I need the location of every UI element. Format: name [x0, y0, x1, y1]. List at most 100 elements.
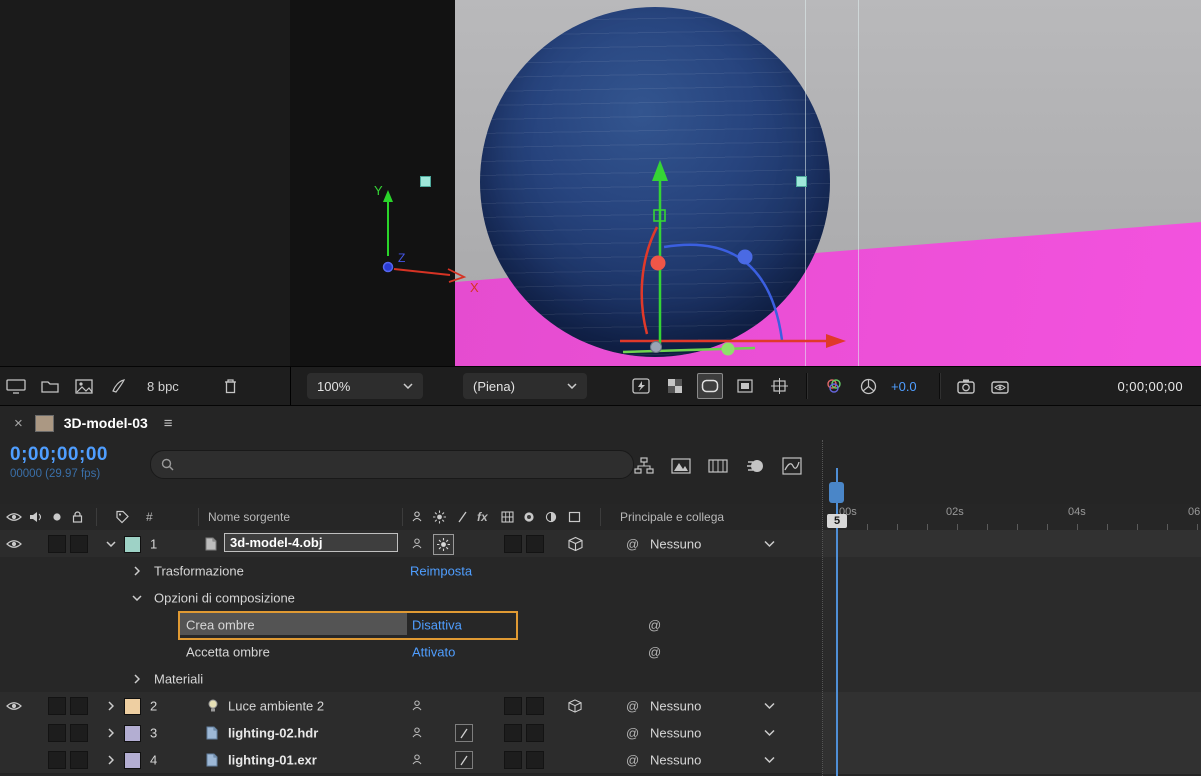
materials-group-row[interactable]: Materiali: [0, 665, 1201, 693]
trash-icon[interactable]: [219, 374, 243, 398]
layer-name[interactable]: lighting-01.exr: [228, 752, 317, 767]
mask-visibility-icon[interactable]: [697, 373, 723, 399]
layer-color-swatch[interactable]: [124, 752, 141, 769]
layer-2-track[interactable]: [823, 692, 1201, 720]
comp-options-group-label[interactable]: Opzioni di composizione: [154, 590, 295, 605]
bit-depth-button[interactable]: 8 bpc: [147, 379, 179, 394]
frame-blend-column-icon[interactable]: [501, 511, 514, 523]
solo-cell[interactable]: [48, 751, 66, 769]
lock-cell[interactable]: [70, 697, 88, 715]
eye-icon[interactable]: [6, 538, 22, 549]
exposure-value[interactable]: +0.0: [891, 379, 917, 394]
switch-cell[interactable]: [526, 751, 544, 769]
selection-handle[interactable]: [796, 176, 807, 187]
chevron-down-icon[interactable]: [132, 595, 142, 601]
reset-link[interactable]: Reimposta: [410, 563, 472, 578]
parent-select-value[interactable]: Nessuno: [650, 536, 701, 551]
current-timecode[interactable]: 0;00;00;00: [10, 444, 108, 466]
pickwhip-icon[interactable]: @: [626, 536, 639, 551]
chevron-down-icon[interactable]: [106, 541, 116, 547]
panel-menu-icon[interactable]: ≡: [164, 415, 173, 432]
viewer-timecode[interactable]: 0;00;00;00: [1118, 379, 1183, 394]
switch-cell[interactable]: [526, 697, 544, 715]
composition-viewport[interactable]: Y Z X: [290, 0, 1201, 366]
comp-marker[interactable]: 5: [827, 514, 847, 528]
switch-cell[interactable]: [504, 724, 522, 742]
pickwhip-icon[interactable]: @: [626, 698, 639, 713]
graph-editor-icon[interactable]: [781, 454, 803, 478]
parent-select-value[interactable]: Nessuno: [650, 698, 701, 713]
show-snapshot-icon[interactable]: [989, 374, 1013, 398]
sphere-3d-model[interactable]: [480, 7, 830, 357]
snapshot-camera-icon[interactable]: [955, 374, 979, 398]
layer-color-swatch[interactable]: [124, 536, 141, 553]
shy-icon[interactable]: [411, 727, 423, 739]
switch-cell[interactable]: [526, 535, 544, 553]
monitor-icon[interactable]: [4, 374, 28, 398]
parent-link-column-header[interactable]: Principale e collega: [620, 510, 724, 524]
motion-blur-column-icon[interactable]: [523, 511, 535, 523]
shy-icon[interactable]: [411, 538, 423, 550]
image-icon[interactable]: [72, 374, 96, 398]
chevron-down-icon[interactable]: [764, 729, 775, 736]
pickwhip-icon[interactable]: @: [648, 617, 661, 632]
3d-cube-icon[interactable]: [568, 699, 582, 713]
solo-column-icon[interactable]: [52, 512, 62, 522]
accept-shadows-value[interactable]: Attivato: [412, 644, 455, 659]
effects-column-icon[interactable]: fx: [477, 510, 488, 524]
adjustment-column-icon[interactable]: [545, 511, 557, 523]
selection-handle[interactable]: [420, 176, 431, 187]
folder-icon[interactable]: [38, 374, 62, 398]
chevron-down-icon[interactable]: [764, 756, 775, 763]
collapse-column-icon[interactable]: [433, 511, 446, 524]
renderer-toggle[interactable]: [433, 534, 454, 555]
lock-column-icon[interactable]: [72, 511, 83, 523]
transform-group-row[interactable]: Trasformazione Reimposta: [0, 557, 1201, 585]
number-column-header[interactable]: #: [146, 510, 153, 524]
3d-cube-icon[interactable]: [568, 536, 583, 551]
layer-3-track[interactable]: [823, 719, 1201, 747]
transparency-grid-icon[interactable]: [663, 374, 687, 398]
comp-tab-title[interactable]: 3D-model-03: [64, 415, 148, 431]
shy-icon[interactable]: [411, 754, 423, 766]
chevron-right-icon[interactable]: [134, 566, 140, 576]
shy-icon[interactable]: [411, 700, 423, 712]
layer-row-3[interactable]: 3 lighting-02.hdr @ Nessuno: [0, 719, 1201, 747]
layer-row-2[interactable]: 2 Luce ambiente 2 @ Nessuno: [0, 692, 1201, 720]
label-column-icon[interactable]: [116, 511, 129, 524]
playhead[interactable]: [829, 482, 844, 503]
chevron-right-icon[interactable]: [108, 701, 114, 711]
chevron-down-icon[interactable]: [764, 702, 775, 709]
draft-3d-icon[interactable]: [670, 454, 692, 478]
lock-cell[interactable]: [70, 535, 88, 553]
time-ruler[interactable]: :00s 02s 04s 06 5: [823, 504, 1201, 531]
layer-row-4[interactable]: 4 lighting-01.exr @ Nessuno: [0, 746, 1201, 774]
eye-icon[interactable]: [6, 700, 22, 711]
zoom-select[interactable]: 100%: [307, 373, 423, 399]
close-tab-icon[interactable]: ×: [14, 415, 23, 432]
comp-options-group-row[interactable]: Opzioni di composizione: [0, 584, 1201, 612]
layer-1-track[interactable]: [823, 530, 1201, 558]
parent-select-value[interactable]: Nessuno: [650, 725, 701, 740]
lock-cell[interactable]: [70, 724, 88, 742]
search-box[interactable]: [150, 450, 634, 479]
pickwhip-icon[interactable]: @: [626, 752, 639, 767]
3d-column-icon[interactable]: [568, 511, 581, 523]
layer-4-track[interactable]: [823, 746, 1201, 774]
materials-group-label[interactable]: Materiali: [154, 671, 203, 686]
resolution-select[interactable]: (Piena): [463, 373, 587, 399]
frame-blend-icon[interactable]: [707, 454, 729, 478]
layer-row-1[interactable]: 1 3d-model-4.obj @ Nessuno: [0, 530, 1201, 558]
layer-name-field[interactable]: 3d-model-4.obj: [224, 533, 398, 552]
chevron-down-icon[interactable]: [764, 540, 775, 547]
quality-toggle[interactable]: [455, 751, 473, 769]
chevron-right-icon[interactable]: [134, 674, 140, 684]
panel-column-divider[interactable]: [822, 440, 823, 776]
parent-select-value[interactable]: Nessuno: [650, 752, 701, 767]
transform-group-label[interactable]: Trasformazione: [154, 563, 244, 578]
source-name-column-header[interactable]: Nome sorgente: [208, 510, 290, 524]
solo-cell[interactable]: [48, 724, 66, 742]
search-input[interactable]: [182, 456, 623, 473]
lock-cell[interactable]: [70, 751, 88, 769]
switch-cell[interactable]: [504, 535, 522, 553]
